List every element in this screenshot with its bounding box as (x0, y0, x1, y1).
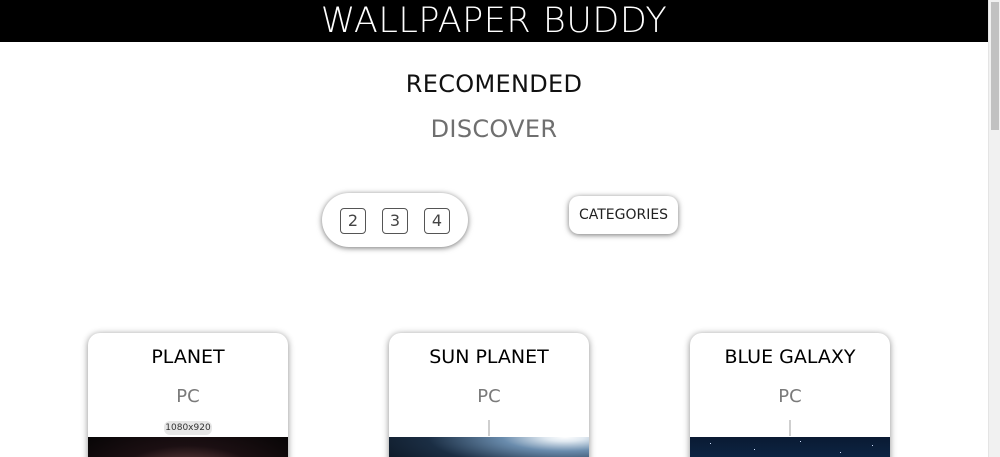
page-button-2[interactable]: 2 (340, 208, 366, 234)
nav-discover-link[interactable]: DISCOVER (0, 115, 988, 143)
resolution-badge: 1080x920 (164, 421, 212, 435)
scrollbar-thumb[interactable] (991, 2, 999, 130)
star-dot (710, 443, 711, 444)
card-title: SUN PLANET (429, 346, 549, 368)
categories-button[interactable]: CATEGORIES (569, 196, 678, 234)
card-divider (789, 420, 791, 436)
planet-thumbnail[interactable] (88, 437, 288, 457)
card-title: BLUE GALAXY (724, 346, 856, 368)
blue-galaxy-thumbnail[interactable] (690, 437, 890, 457)
card-platform: PC (477, 386, 501, 407)
wallpaper-card[interactable]: PLANET PC 1080x920 (88, 333, 288, 457)
pagination: 2 3 4 (322, 193, 468, 247)
site-header: WALLPAPER BUDDY (0, 0, 988, 42)
star-dot (800, 441, 801, 442)
wallpaper-card[interactable]: SUN PLANET PC (389, 333, 589, 457)
nav-recommended-link[interactable]: RECOMENDED (0, 70, 988, 98)
page: WALLPAPER BUDDY RECOMENDED DISCOVER 2 3 … (0, 0, 1000, 457)
page-button-4[interactable]: 4 (424, 208, 450, 234)
site-title: WALLPAPER BUDDY (320, 1, 668, 41)
star-dot (754, 449, 755, 450)
star-dot (840, 452, 841, 453)
card-platform: PC (176, 386, 200, 407)
card-title: PLANET (151, 346, 225, 368)
sun-planet-thumbnail[interactable] (389, 437, 589, 457)
star-dot (872, 445, 873, 446)
card-divider (488, 420, 490, 436)
page-button-3[interactable]: 3 (382, 208, 408, 234)
card-platform: PC (778, 386, 802, 407)
vertical-scrollbar[interactable] (988, 0, 1000, 457)
wallpaper-card[interactable]: BLUE GALAXY PC (690, 333, 890, 457)
